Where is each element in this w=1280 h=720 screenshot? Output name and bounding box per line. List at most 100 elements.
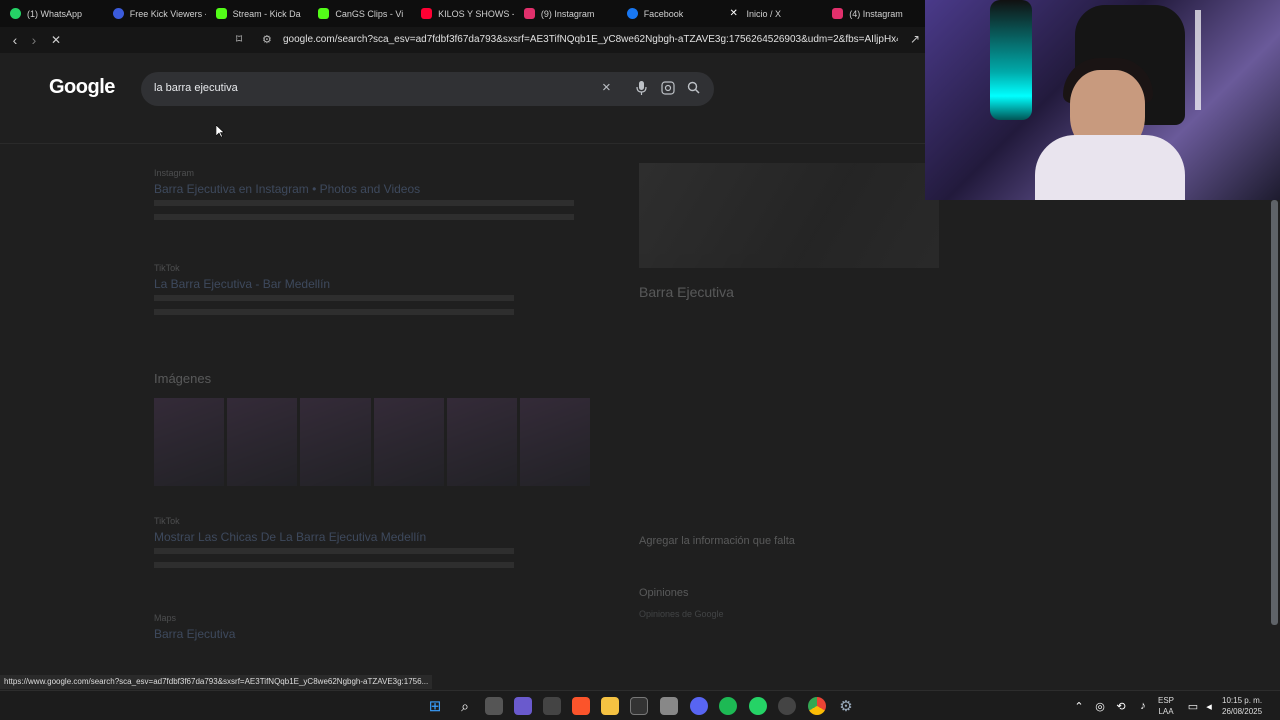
browser-tab[interactable]: (1) WhatsApp <box>0 0 103 27</box>
spotify-icon[interactable] <box>719 697 737 715</box>
tab-label: Stream - Kick Da <box>232 8 301 19</box>
facebook-icon <box>626 8 638 19</box>
knowledge-panel-image[interactable] <box>639 163 939 268</box>
result-item[interactable]: Instagram Barra Ejecutiva en Instagram •… <box>154 168 594 228</box>
tab-label: (9) Instagram <box>540 8 595 19</box>
mouse-cursor-icon <box>216 125 225 138</box>
language-code: ESP <box>1158 696 1175 705</box>
settings-icon[interactable]: ⚙ <box>837 697 855 715</box>
messenger-icon[interactable] <box>690 697 708 715</box>
language-indicator[interactable]: ESP LAA <box>1158 695 1174 717</box>
google-logo[interactable]: Google <box>49 76 115 99</box>
x-icon: ✕ <box>729 8 738 19</box>
search-icon[interactable]: ⌕ <box>456 697 474 715</box>
search-icon[interactable] <box>687 81 700 97</box>
status-bar-url: https://www.google.com/search?sca_esv=ad… <box>0 675 433 689</box>
browser-tab[interactable]: (9) Instagram <box>514 0 617 27</box>
browser-tab[interactable]: CanGS Clips - Vi <box>308 0 411 27</box>
site-info-icon[interactable]: ⚙ <box>262 33 272 46</box>
browser-tab[interactable]: Facebook <box>617 0 720 27</box>
browser-tab[interactable]: ✕ Inicio / X <box>719 0 822 27</box>
whatsapp-icon <box>10 8 21 19</box>
tab-label: KILOS Y SHOWS - Li <box>438 8 514 19</box>
chat-icon[interactable] <box>514 697 532 715</box>
tab-label: (1) WhatsApp <box>27 8 83 19</box>
image-thumbnail[interactable] <box>154 398 225 486</box>
image-thumbnail[interactable] <box>446 398 517 486</box>
images-section-heading: Imágenes <box>154 371 212 386</box>
image-thumbnail[interactable] <box>227 398 298 486</box>
keyboard-layout: LAA <box>1158 707 1174 716</box>
back-icon[interactable]: ‹ <box>5 30 25 50</box>
kick-icon <box>215 8 227 19</box>
result-snippet <box>154 548 514 576</box>
instagram-icon <box>832 8 844 19</box>
tab-label: Free Kick Viewers - <box>129 8 206 19</box>
file-explorer-icon[interactable] <box>601 697 619 715</box>
tray-app-icon[interactable]: ⟲ <box>1112 697 1130 715</box>
browser-tab[interactable]: (4) Instagram <box>822 0 925 27</box>
whatsapp-icon[interactable] <box>749 697 767 715</box>
instagram-icon <box>523 8 535 19</box>
microphone-icon[interactable] <box>636 81 647 98</box>
windows-taskbar: ⊞ ⌕ ⚙ ⌃ ◎ ⟲ ♪ ESP LAA ▭ ◂ 10:15 p. m. 26… <box>0 690 1280 720</box>
bookmark-icon[interactable]: ⌑ <box>236 32 242 46</box>
brave-browser-icon[interactable] <box>572 697 590 715</box>
webcam-overlay <box>925 0 1280 200</box>
knowledge-panel-google-reviews[interactable]: Opiniones de Google <box>639 609 939 619</box>
clear-icon[interactable]: × <box>602 79 611 96</box>
result-source: TikTok <box>154 516 180 526</box>
tab-label: CanGS Clips - Vi <box>335 8 404 19</box>
image-thumbnail[interactable] <box>519 398 591 486</box>
address-bar: ‹ › ✕ ⌑ ⚙ google.com/search?sca_esv=ad7f… <box>0 27 925 53</box>
share-icon[interactable]: ↗ <box>910 32 920 46</box>
forward-icon[interactable]: › <box>24 30 44 50</box>
result-snippet <box>154 295 514 323</box>
task-view-icon[interactable] <box>485 697 503 715</box>
volume-icon[interactable]: ◂ <box>1200 697 1218 715</box>
result-item[interactable]: TikTok La Barra Ejecutiva - Bar Medellín <box>154 263 594 323</box>
result-item[interactable]: Maps Barra Ejecutiva <box>154 613 594 641</box>
image-thumbnail[interactable] <box>373 398 444 486</box>
browser-tab[interactable]: Stream - Kick Da <box>206 0 309 27</box>
image-thumbnail[interactable] <box>300 398 371 486</box>
clock[interactable]: 10:15 p. m. 26/08/2025 <box>1222 695 1262 717</box>
result-item[interactable]: TikTok Mostrar Las Chicas De La Barra Ej… <box>154 516 594 576</box>
chevron-up-icon[interactable]: ⌃ <box>1070 697 1088 715</box>
knowledge-panel-title: Barra Ejecutiva <box>639 284 734 300</box>
shield-icon[interactable] <box>660 697 678 715</box>
url-field[interactable]: google.com/search?sca_esv=ad7fdbf3f67da7… <box>283 34 898 45</box>
browser-tab[interactable]: KILOS Y SHOWS - Li <box>411 0 514 27</box>
images-strip[interactable] <box>154 398 591 486</box>
store-icon[interactable] <box>630 697 648 715</box>
tray-app-icon[interactable]: ◎ <box>1091 697 1109 715</box>
microphone-icon[interactable]: ♪ <box>1134 697 1152 715</box>
chrome-icon[interactable] <box>808 697 826 715</box>
tab-label: (4) Instagram <box>849 8 903 19</box>
tab-label: Facebook <box>643 8 684 19</box>
result-title[interactable]: Barra Ejecutiva <box>154 627 594 641</box>
knowledge-panel-add-info[interactable]: Agregar la información que falta <box>639 535 939 547</box>
stop-loading-icon[interactable]: ✕ <box>46 30 66 50</box>
browser-tab-bar: (1) WhatsApp Free Kick Viewers - Stream … <box>0 0 925 27</box>
search-tabs-row <box>0 119 925 144</box>
page-scrollbar[interactable] <box>1271 200 1278 625</box>
result-title[interactable]: La Barra Ejecutiva - Bar Medellín <box>154 277 594 291</box>
tab-label: Inicio / X <box>746 8 781 19</box>
knowledge-panel: Barra Ejecutiva Agregar la información q… <box>639 163 939 619</box>
result-snippet <box>154 200 574 228</box>
search-input[interactable] <box>154 82 574 94</box>
app-icon[interactable] <box>543 697 561 715</box>
result-source: TikTok <box>154 263 180 273</box>
search-box[interactable]: × <box>141 72 714 106</box>
site-favicon-icon <box>112 8 124 19</box>
lens-icon[interactable] <box>661 81 675 98</box>
clock-time: 10:15 p. m. <box>1222 696 1263 705</box>
browser-tab[interactable]: Free Kick Viewers - <box>103 0 206 27</box>
clock-date: 26/08/2025 <box>1222 707 1263 716</box>
windows-start-icon[interactable]: ⊞ <box>426 697 444 715</box>
loading-results-overlay: Instagram Barra Ejecutiva en Instagram •… <box>0 148 940 688</box>
result-title[interactable]: Mostrar Las Chicas De La Barra Ejecutiva… <box>154 530 594 544</box>
result-title[interactable]: Barra Ejecutiva en Instagram • Photos an… <box>154 182 594 196</box>
app-icon[interactable] <box>778 697 796 715</box>
